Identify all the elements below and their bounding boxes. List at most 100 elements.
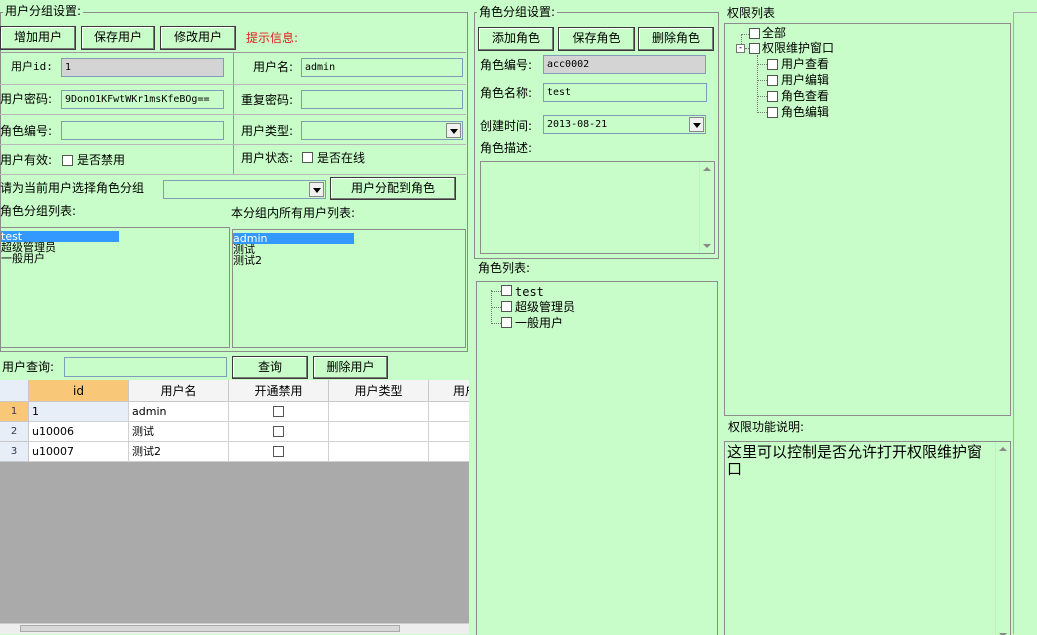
cell-disabled[interactable] [229, 442, 329, 462]
tree-item-permission[interactable]: 用户查看 [781, 57, 829, 71]
grid-corner[interactable] [0, 380, 29, 402]
cell-disabled[interactable] [229, 422, 329, 442]
disabled-checkbox[interactable] [273, 406, 284, 417]
tree-item-window[interactable]: 权限维护窗口 [762, 41, 834, 55]
user-query-field[interactable] [64, 357, 227, 377]
add-user-button[interactable]: 增加用户 [0, 26, 76, 50]
tree-item-role[interactable]: 超级管理员 [515, 300, 575, 314]
vertical-scrollbar[interactable] [995, 442, 1010, 635]
cell-id[interactable]: u10007 [29, 442, 129, 462]
cell-more[interactable] [429, 422, 469, 442]
tree-line [491, 307, 501, 308]
tree-line [757, 64, 767, 65]
tree-line [757, 80, 767, 81]
row-header[interactable]: 2 [0, 422, 29, 442]
chevron-down-icon[interactable] [689, 117, 704, 132]
role-no-label: 角色编号: [480, 58, 533, 72]
assign-role-select[interactable] [163, 180, 326, 199]
user-id-field[interactable]: 1 [61, 58, 224, 77]
role-checkbox[interactable] [501, 285, 512, 296]
role-list-title: 角色列表: [478, 261, 531, 275]
cell-name[interactable]: admin [129, 402, 229, 422]
role-checkbox[interactable] [501, 301, 512, 312]
horizontal-scrollbar[interactable] [0, 623, 469, 634]
cell-name[interactable]: 测试 [129, 422, 229, 442]
scroll-thumb[interactable] [20, 625, 400, 632]
save-user-button[interactable]: 保存用户 [81, 26, 155, 50]
delete-role-button[interactable]: 删除角色 [638, 27, 714, 51]
column-header-id[interactable]: id [29, 380, 129, 402]
window-edge [1013, 12, 1014, 634]
role-group-title: 角色分组设置: [477, 5, 558, 19]
assign-role-button[interactable]: 用户分配到角色 [330, 177, 456, 200]
cell-type[interactable] [329, 402, 429, 422]
permission-checkbox[interactable] [749, 43, 760, 54]
tree-line [757, 112, 767, 113]
row-header[interactable]: 1 [0, 402, 29, 422]
permission-checkbox[interactable] [767, 75, 778, 86]
tree-line [757, 96, 767, 97]
tree-item-all[interactable]: 全部 [762, 26, 786, 40]
add-role-button[interactable]: 添加角色 [478, 27, 554, 51]
column-header-type[interactable]: 用户类型 [329, 380, 429, 402]
list-item[interactable]: 测试2 [233, 255, 262, 266]
collapse-icon[interactable]: - [736, 44, 745, 53]
tree-item-permission[interactable]: 角色编辑 [781, 105, 829, 119]
hint-label: 提示信息: [246, 31, 299, 45]
user-type-label: 用户类型: [241, 124, 294, 138]
username-field[interactable]: admin [301, 58, 463, 77]
disabled-checkbox[interactable] [273, 426, 284, 437]
window-edge [1013, 12, 1037, 13]
row-header[interactable]: 3 [0, 442, 29, 462]
cell-disabled[interactable] [229, 402, 329, 422]
role-name-field[interactable]: test [543, 83, 707, 102]
permission-checkbox[interactable] [767, 107, 778, 118]
query-button[interactable]: 查询 [232, 356, 308, 379]
tree-item-role[interactable]: test [515, 285, 544, 299]
cell-id[interactable]: 1 [29, 402, 129, 422]
chevron-down-icon[interactable] [446, 123, 461, 138]
vertical-scrollbar[interactable] [699, 162, 714, 253]
role-checkbox[interactable] [501, 317, 512, 328]
permission-checkbox[interactable] [767, 91, 778, 102]
role-tree-box[interactable] [476, 281, 718, 635]
tree-item-role[interactable]: 一般用户 [515, 316, 563, 330]
disabled-checkbox[interactable] [273, 446, 284, 457]
role-no-field[interactable]: acc0002 [543, 55, 706, 74]
form-divider [0, 174, 466, 175]
chevron-down-icon[interactable] [309, 182, 324, 197]
user-type-select[interactable] [301, 121, 463, 140]
role-no-label: 角色编号: [0, 124, 53, 138]
permission-checkbox[interactable] [767, 59, 778, 70]
list-item[interactable]: 一般用户 [1, 253, 45, 264]
cell-type[interactable] [329, 442, 429, 462]
created-date-picker[interactable]: 2013-08-21 [543, 115, 706, 134]
user-id-label: 用户id: [11, 60, 53, 73]
role-desc-field[interactable] [480, 161, 715, 254]
repeat-password-label: 重复密码: [241, 93, 294, 107]
tree-item-permission[interactable]: 用户编辑 [781, 73, 829, 87]
cell-id[interactable]: u10006 [29, 422, 129, 442]
tree-item-permission[interactable]: 角色查看 [781, 89, 829, 103]
repeat-password-field[interactable] [301, 90, 463, 109]
column-header-name[interactable]: 用户名 [129, 380, 229, 402]
delete-user-button[interactable]: 删除用户 [313, 356, 388, 379]
permission-checkbox[interactable] [749, 28, 760, 39]
online-checkbox[interactable] [302, 152, 313, 163]
cell-type[interactable] [329, 422, 429, 442]
save-role-button[interactable]: 保存角色 [558, 27, 635, 51]
cell-name[interactable]: 测试2 [129, 442, 229, 462]
role-no-field[interactable] [61, 121, 224, 140]
user-grid[interactable]: id 用户名 开通禁用 用户类型 用户 1 1 admin 2 u10006 测… [0, 380, 469, 634]
disabled-checkbox[interactable] [62, 155, 73, 166]
role-group-list[interactable]: test 超级管理员 一般用户 [0, 227, 230, 348]
column-header-more[interactable]: 用户 [429, 380, 469, 402]
cell-more[interactable] [429, 442, 469, 462]
cell-more[interactable] [429, 402, 469, 422]
edit-user-button[interactable]: 修改用户 [160, 26, 236, 50]
column-header-disabled[interactable]: 开通禁用 [229, 380, 329, 402]
permission-desc-box[interactable]: 这里可以控制是否允许打开权限维护窗口 [724, 441, 1011, 635]
group-users-list[interactable]: admin 测试 测试2 [232, 229, 466, 348]
user-group-title: 用户分组设置: [3, 4, 84, 18]
password-field[interactable]: 9DonO1KFwtWKr1msKfeBOg== [61, 90, 224, 109]
